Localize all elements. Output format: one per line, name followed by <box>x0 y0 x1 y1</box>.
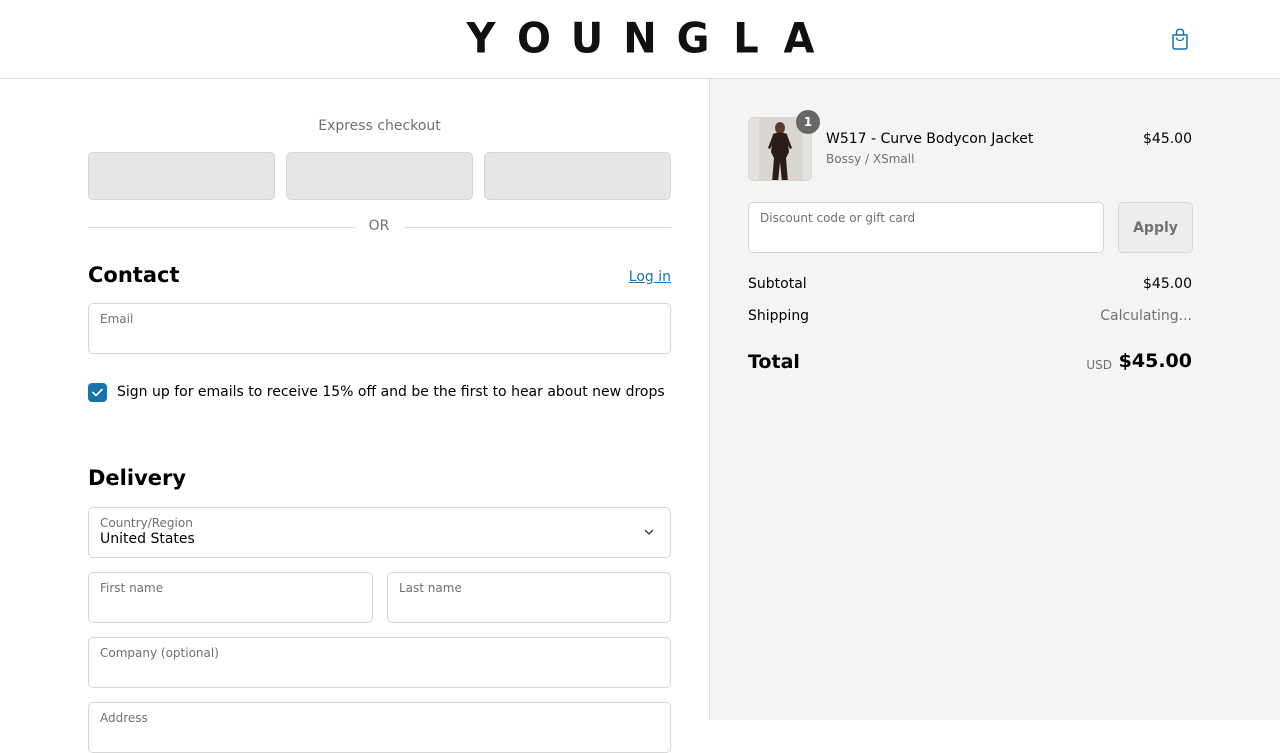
total-currency: USD <box>1086 358 1112 372</box>
apply-discount-button[interactable]: Apply <box>1118 202 1193 253</box>
logo-letter: Y <box>466 14 496 64</box>
logo-letter: G <box>676 14 710 64</box>
chevron-down-icon <box>644 529 654 535</box>
express-pay-button-1[interactable] <box>88 152 275 200</box>
logo-letter: A <box>783 14 815 64</box>
checkout-form: Express checkout OR Contact Log in Email… <box>0 79 709 753</box>
shopping-bag-icon <box>1172 28 1188 50</box>
discount-code-input[interactable]: Discount code or gift card <box>748 202 1104 253</box>
checkmark-icon <box>92 388 103 397</box>
first-name-label: First name <box>100 581 164 595</box>
login-link[interactable]: Log in <box>629 269 671 285</box>
divider-right <box>403 227 671 228</box>
contact-heading: Contact <box>88 263 180 287</box>
logo-letter: U <box>570 14 604 64</box>
first-name-field[interactable]: First name <box>88 572 373 623</box>
or-divider-text: OR <box>368 218 390 234</box>
newsletter-checkbox[interactable] <box>88 383 107 402</box>
product-price: $45.00 <box>1143 131 1192 147</box>
logo-letter: L <box>733 14 759 64</box>
express-checkout-title: Express checkout <box>318 118 441 134</box>
express-pay-button-3[interactable] <box>484 152 671 200</box>
product-name: W517 - Curve Bodycon Jacket <box>826 131 1034 147</box>
email-field-label: Email <box>100 312 134 326</box>
cart-button[interactable] <box>1168 26 1192 52</box>
total-label: Total <box>748 351 800 373</box>
divider-left <box>88 227 355 228</box>
last-name-field[interactable]: Last name <box>387 572 671 623</box>
logo-letter: O <box>517 14 552 64</box>
quantity-badge: 1 <box>796 110 820 134</box>
site-header: Y O U N G L A <box>0 0 1280 79</box>
total-value: $45.00 <box>1118 350 1192 372</box>
product-variant: Bossy / XSmall <box>826 152 915 166</box>
newsletter-label[interactable]: Sign up for emails to receive 15% off an… <box>117 383 665 402</box>
company-label: Company (optional) <box>100 646 219 660</box>
shipping-value: Calculating... <box>1100 308 1192 324</box>
logo-letter: N <box>623 14 657 64</box>
address-field[interactable]: Address <box>88 702 671 753</box>
country-select[interactable]: Country/Region United States <box>88 507 671 558</box>
order-summary: 1 W517 - Curve Bodycon Jacket Bossy / XS… <box>709 79 1280 720</box>
express-pay-button-2[interactable] <box>286 152 473 200</box>
last-name-label: Last name <box>399 581 462 595</box>
shipping-label: Shipping <box>748 308 810 324</box>
address-label: Address <box>100 711 148 725</box>
discount-field-label: Discount code or gift card <box>760 211 916 225</box>
company-field[interactable]: Company (optional) <box>88 637 671 688</box>
delivery-heading: Delivery <box>88 466 187 490</box>
country-field-value: United States <box>100 531 195 547</box>
youngla-logo[interactable]: Y O U N G L A <box>464 17 816 61</box>
country-field-label: Country/Region <box>100 516 193 530</box>
subtotal-label: Subtotal <box>748 276 807 292</box>
subtotal-value: $45.00 <box>1143 276 1192 292</box>
email-field[interactable]: Email <box>88 303 671 354</box>
